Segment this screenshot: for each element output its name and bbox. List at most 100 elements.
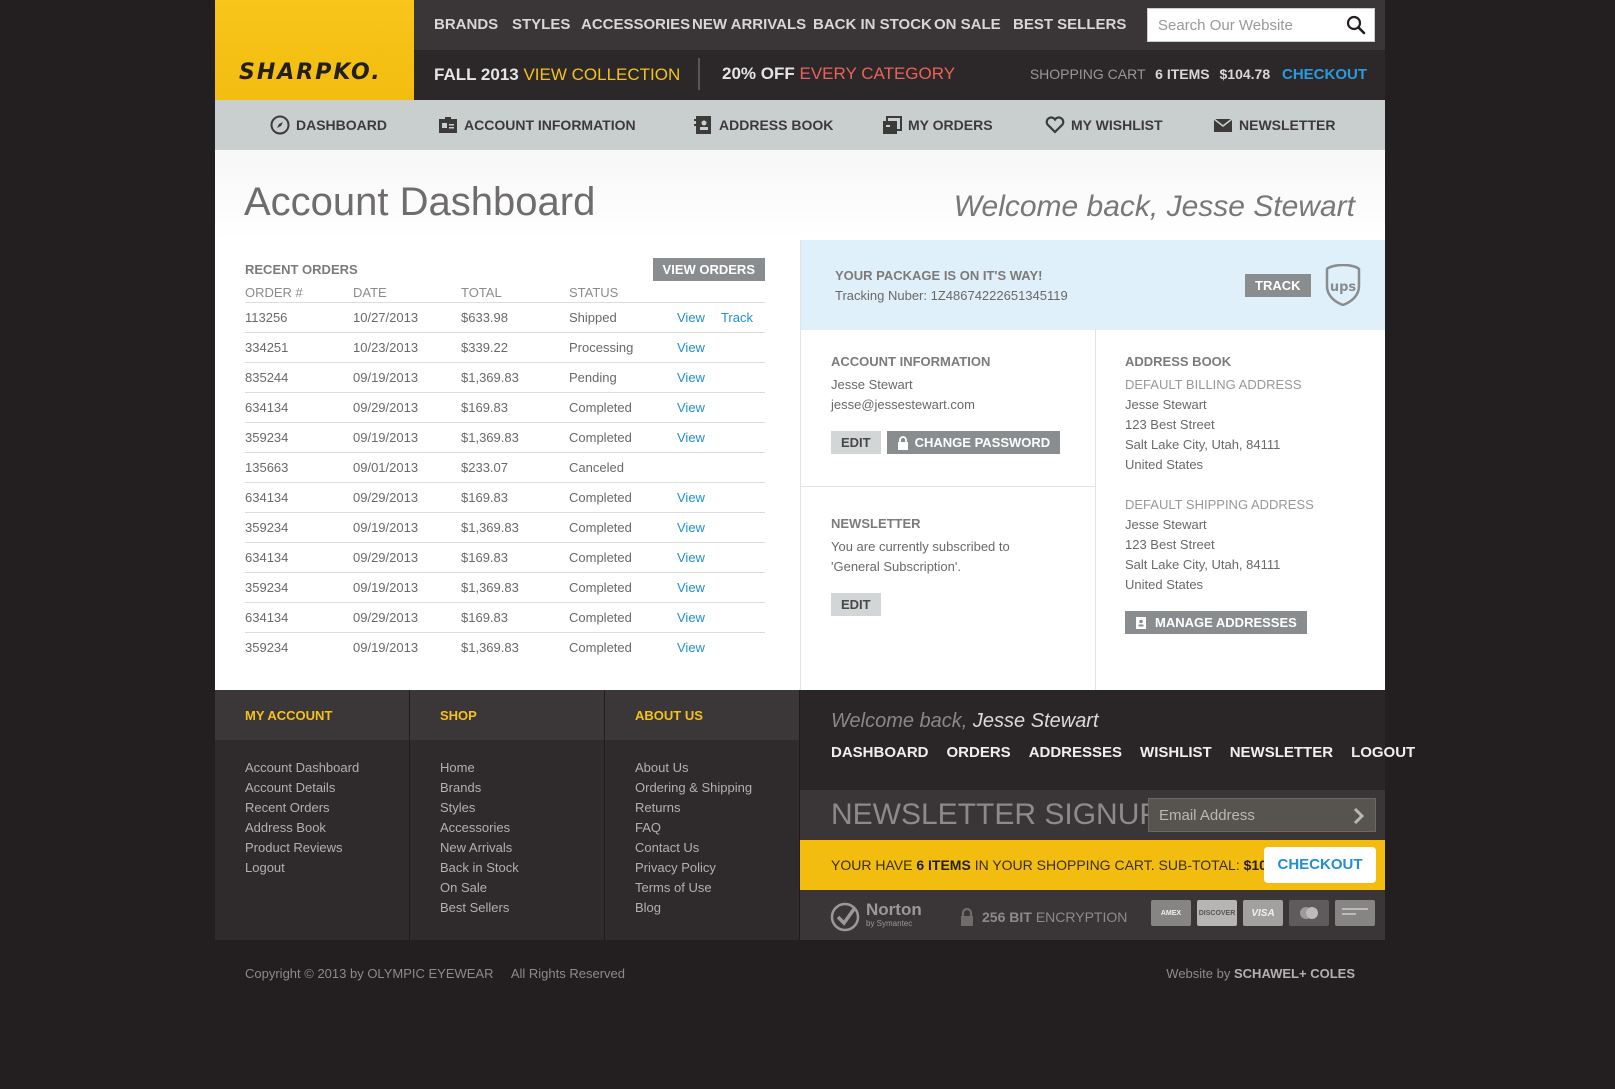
nav-best-sellers[interactable]: BEST SELLERS	[1013, 16, 1126, 33]
footer-link[interactable]: Address Book	[245, 818, 379, 838]
billing-country: United States	[1125, 457, 1204, 472]
footer-link[interactable]: Accessories	[440, 818, 574, 838]
footer-link[interactable]: Home	[440, 758, 574, 778]
billing-city: Salt Lake City, Utah, 84111	[1125, 437, 1281, 452]
footer-link[interactable]: Back in Stock	[440, 858, 574, 878]
nav-back-in-stock[interactable]: BACK IN STOCK	[813, 16, 932, 33]
footer-link[interactable]: FAQ	[635, 818, 769, 838]
newsletter-email-input[interactable]: Email Address	[1148, 798, 1376, 832]
view-order-link[interactable]: View	[677, 490, 705, 505]
view-order-link[interactable]: View	[677, 520, 705, 535]
change-password-label: CHANGE PASSWORD	[914, 435, 1051, 450]
billing-street: 123 Best Street	[1125, 417, 1215, 432]
table-row: 359234 09/19/2013 $1,369.83 Completed View	[245, 512, 765, 542]
logo[interactable]: SHARPKO.	[239, 60, 382, 85]
track-button[interactable]: TRACK	[1245, 274, 1311, 297]
acctnav-newsletter[interactable]: NEWSLETTER	[1213, 115, 1335, 135]
footer-link-wishlist[interactable]: WISHLIST	[1140, 744, 1212, 761]
view-order-link[interactable]: View	[677, 640, 705, 655]
footer-link[interactable]: Privacy Policy	[635, 858, 769, 878]
view-order-link[interactable]: View	[677, 550, 705, 565]
search-icon[interactable]	[1346, 15, 1366, 35]
footer-link[interactable]: Account Details	[245, 778, 379, 798]
view-order-link[interactable]: View	[677, 310, 705, 325]
footer-link[interactable]: Product Reviews	[245, 838, 379, 858]
view-order-link[interactable]: View	[677, 400, 705, 415]
footer-link-dashboard[interactable]: DASHBOARD	[831, 744, 929, 761]
site-credit[interactable]: Website by SCHAWEL+ COLES	[1166, 966, 1355, 981]
nav-accessories[interactable]: ACCESSORIES	[581, 16, 690, 33]
order-status: Canceled	[569, 460, 624, 475]
change-password-button[interactable]: CHANGE PASSWORD	[886, 431, 1061, 454]
order-total: $169.83	[461, 400, 508, 415]
footer-link[interactable]: Blog	[635, 898, 769, 918]
footer-link[interactable]: Styles	[440, 798, 574, 818]
order-total: $1,369.83	[461, 580, 519, 595]
order-actions: View	[677, 430, 765, 445]
acctnav-my-wishlist[interactable]: MY WISHLIST	[1045, 115, 1163, 135]
track-order-link[interactable]: Track	[721, 310, 753, 325]
view-order-link[interactable]: View	[677, 370, 705, 385]
footer-link[interactable]: Returns	[635, 798, 769, 818]
newsletter-line2: 'General Subscription'.	[831, 559, 961, 574]
footer-link-orders[interactable]: ORDERS	[947, 744, 1011, 761]
billing-address-label: DEFAULT BILLING ADDRESS	[1125, 377, 1302, 392]
column-divider-2	[1095, 330, 1096, 690]
promo-fall-collection[interactable]: FALL 2013 VIEW COLLECTION	[434, 65, 680, 85]
footer-link[interactable]: New Arrivals	[440, 838, 574, 858]
edit-account-button[interactable]: EDIT	[831, 431, 881, 454]
promo-discount[interactable]: 20% OFF EVERY CATEGORY	[722, 64, 955, 84]
manage-addresses-button[interactable]: MANAGE ADDRESSES	[1125, 611, 1307, 634]
acctnav-my-wishlist-label: MY WISHLIST	[1071, 117, 1163, 133]
order-actions: View	[677, 400, 765, 415]
view-orders-button[interactable]: VIEW ORDERS	[652, 258, 765, 281]
nav-on-sale[interactable]: ON SALE	[934, 16, 1001, 33]
edit-newsletter-button[interactable]: EDIT	[831, 593, 881, 616]
page-title: Account Dashboard	[244, 180, 596, 224]
footer-checkout-button[interactable]: CHECKOUT	[1264, 847, 1376, 883]
view-order-link[interactable]: View	[677, 340, 705, 355]
lock-icon	[961, 908, 973, 926]
order-date: 10/27/2013	[353, 310, 419, 325]
view-order-link[interactable]: View	[677, 580, 705, 595]
promo-bar: FALL 2013 VIEW COLLECTION 20% OFF EVERY …	[414, 50, 1385, 100]
footer-link[interactable]: Account Dashboard	[245, 758, 379, 778]
nav-styles[interactable]: STYLES	[512, 16, 570, 33]
footer-link[interactable]: Brands	[440, 778, 574, 798]
nav-new-arrivals[interactable]: NEW ARRIVALS	[692, 16, 806, 33]
nav-brands[interactable]: BRANDS	[434, 16, 498, 33]
acctnav-my-orders[interactable]: MY ORDERS	[882, 115, 993, 135]
encryption-badge: 256 BIT ENCRYPTION	[960, 908, 1127, 926]
table-row: 835244 09/19/2013 $1,369.83 Pending View	[245, 362, 765, 392]
acctnav-address-book[interactable]: ADDRESS BOOK	[693, 115, 833, 135]
footer-link-newsletter[interactable]: NEWSLETTER	[1230, 744, 1333, 761]
order-number: 634134	[245, 610, 289, 625]
newsletter-signup: NEWSLETTER SIGNUP Email Address	[800, 790, 1385, 840]
footer-link[interactable]: On Sale	[440, 878, 574, 898]
footer-link[interactable]: Best Sellers	[440, 898, 574, 918]
footer-link[interactable]: Logout	[245, 858, 379, 878]
order-total: $633.98	[461, 310, 508, 325]
order-status: Completed	[569, 550, 632, 565]
footer-link-logout[interactable]: LOGOUT	[1351, 744, 1415, 761]
orders-table-header: ORDER # DATE TOTAL STATUS	[245, 282, 765, 302]
table-row: 634134 09/29/2013 $169.83 Completed View	[245, 602, 765, 632]
footer-link[interactable]: Ordering & Shipping	[635, 778, 769, 798]
checkout-link[interactable]: CHECKOUT	[1282, 66, 1367, 83]
footer-link[interactable]: About Us	[635, 758, 769, 778]
search-input[interactable]: Search Our Website	[1147, 8, 1375, 42]
cart-summary[interactable]: SHOPPING CART 6 ITEMS $104.78 CHECKOUT	[1030, 66, 1367, 83]
footer-link[interactable]: Terms of Use	[635, 878, 769, 898]
footer-link[interactable]: Contact Us	[635, 838, 769, 858]
footer-link[interactable]: Recent Orders	[245, 798, 379, 818]
acctnav-account-information[interactable]: ACCOUNT INFORMATION	[438, 115, 636, 135]
view-order-link[interactable]: View	[677, 430, 705, 445]
view-order-link[interactable]: View	[677, 610, 705, 625]
footer-link-addresses[interactable]: ADDRESSES	[1029, 744, 1122, 761]
newsletter-line1: You are currently subscribed to	[831, 539, 1010, 554]
account-information-title: ACCOUNT INFORMATION	[831, 354, 991, 369]
acctnav-dashboard[interactable]: DASHBOARD	[270, 115, 387, 135]
chevron-right-icon[interactable]	[1353, 807, 1365, 825]
footer-account-panel: Welcome back, Jesse Stewart DASHBOARD OR…	[800, 690, 1415, 940]
logo-box[interactable]: SHARPKO.	[215, 0, 414, 100]
